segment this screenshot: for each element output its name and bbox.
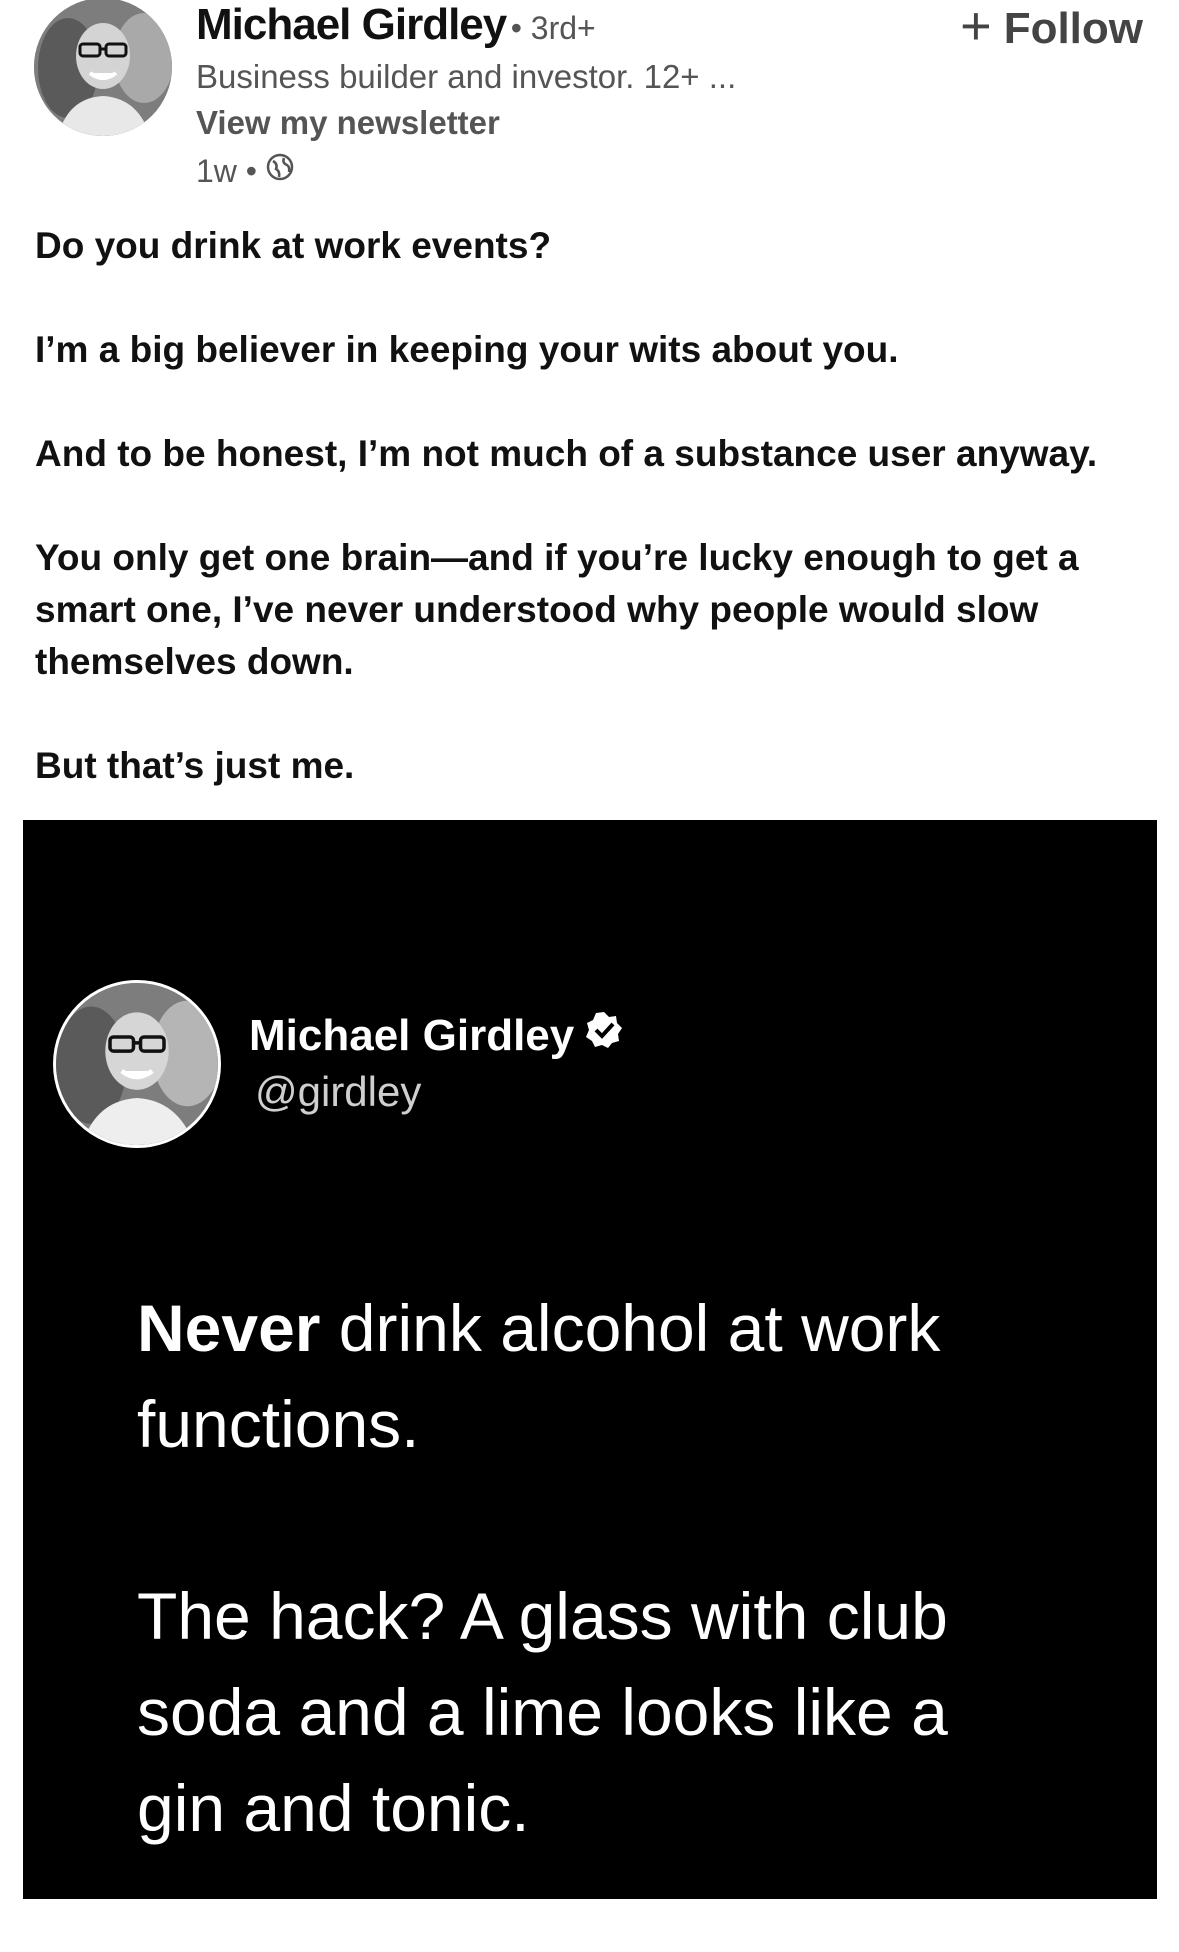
post-text: Do you drink at work events? I’m a big b… xyxy=(35,220,1155,844)
post-paragraph: Do you drink at work events? xyxy=(35,225,552,266)
tweet-paragraph: Never drink alcohol at work functions. xyxy=(137,1280,1037,1472)
tweet-paragraph: The hack? A glass with club soda and a l… xyxy=(137,1579,948,1845)
plus-icon: + xyxy=(960,0,992,56)
post-paragraph: But that’s just me. xyxy=(35,745,355,786)
post-paragraph: And to be honest, I’m not much of a subs… xyxy=(35,433,1098,474)
globe-icon xyxy=(265,152,295,190)
post-paragraph: I’m a big believer in keeping your wits … xyxy=(35,329,899,370)
author-headline: Business builder and investor. 12+ ... xyxy=(196,58,737,95)
tweet-emphasis: Never xyxy=(137,1291,321,1365)
author-avatar[interactable] xyxy=(34,0,172,136)
verified-badge-icon xyxy=(584,1010,624,1061)
post-image[interactable]: Michael Girdley @girdley Never drink alc… xyxy=(23,820,1157,1899)
connection-degree: • 3rd+ xyxy=(510,10,596,46)
tweet-author-name: Michael Girdley xyxy=(249,1010,624,1061)
author-line: Michael Girdley • 3rd+ xyxy=(196,0,596,50)
tweet-author-avatar xyxy=(53,980,221,1148)
post-meta: 1w • xyxy=(196,152,295,190)
follow-label: Follow xyxy=(1003,4,1143,53)
post-time: 1w • xyxy=(196,152,257,189)
tweet-author-handle: @girdley xyxy=(255,1068,422,1115)
post-paragraph: You only get one brain—and if you’re luc… xyxy=(35,537,1079,682)
author-name[interactable]: Michael Girdley xyxy=(196,0,507,49)
tweet-author-name-text: Michael Girdley xyxy=(249,1010,575,1060)
follow-button[interactable]: + Follow xyxy=(960,0,1143,54)
view-newsletter-link[interactable]: View my newsletter xyxy=(196,104,500,142)
tweet-text: Never drink alcohol at work functions. T… xyxy=(137,1280,1037,1952)
